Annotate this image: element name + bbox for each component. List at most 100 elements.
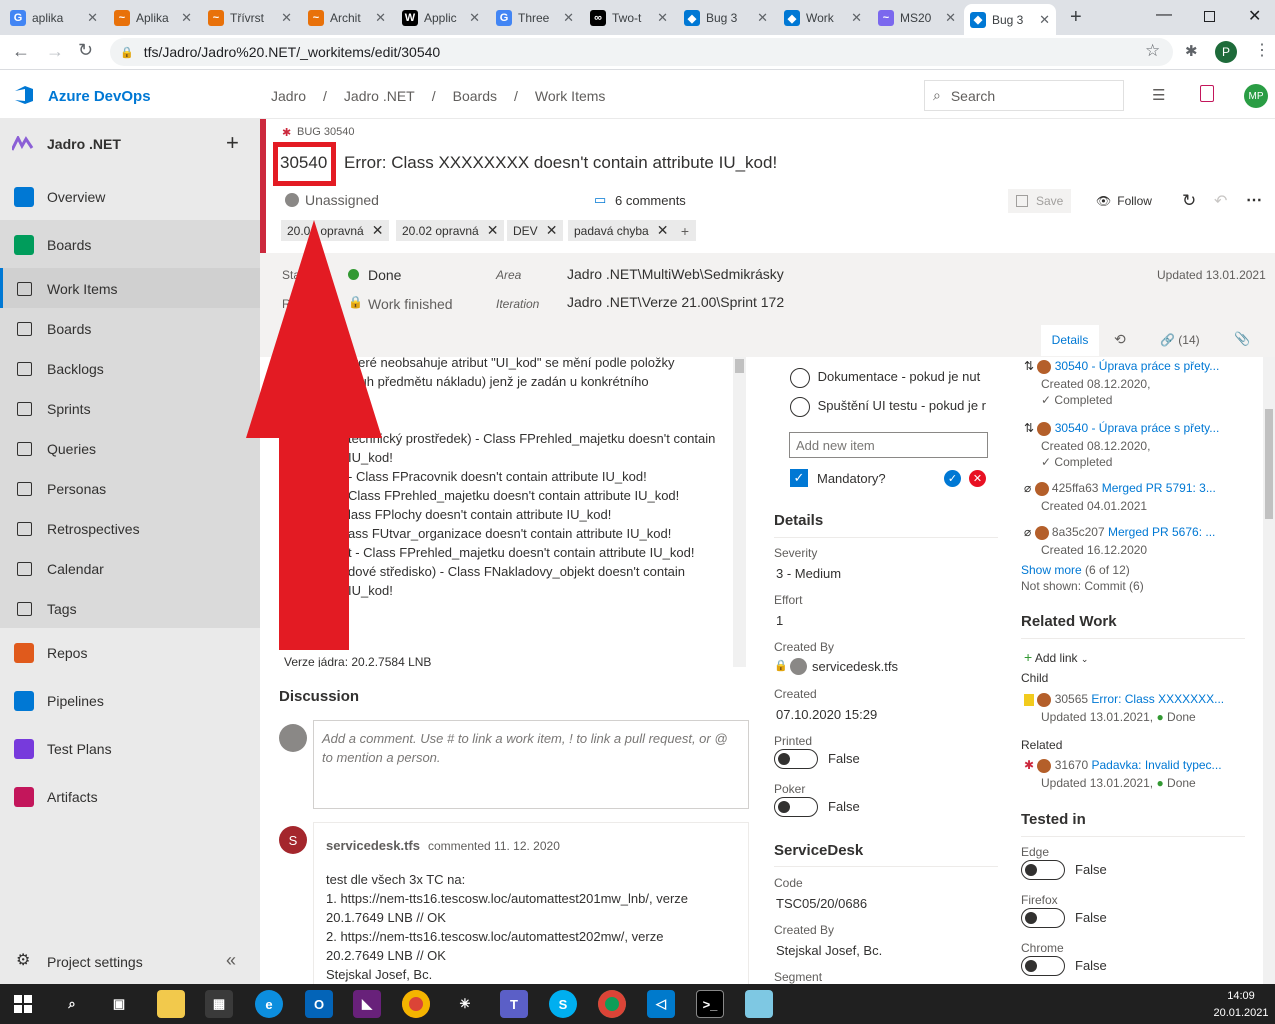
tag-pill[interactable]: 20.02 opravná ✕ [396, 220, 505, 241]
close-tab-icon[interactable]: ✕ [657, 10, 668, 26]
remove-tag-icon[interactable]: ✕ [657, 222, 669, 239]
checklist-radio-icon[interactable] [790, 397, 810, 417]
close-tab-icon[interactable]: ✕ [757, 10, 768, 26]
windows-start-icon[interactable] [14, 995, 32, 1013]
checklist-radio-icon[interactable] [790, 368, 810, 388]
store-icon[interactable]: ▦ [205, 990, 233, 1018]
back-arrow-icon[interactable]: ← [12, 41, 30, 62]
minimize-window-button[interactable]: — [1156, 6, 1172, 24]
browser-tab[interactable]: ~ MS20 ✕ [872, 4, 962, 32]
browser-tab[interactable]: Gaplika ✕ [4, 4, 104, 32]
nav-item-backlogs[interactable]: Backlogs [0, 357, 260, 381]
comments-link[interactable]: 6 comments [615, 193, 686, 208]
chrome-icon-2[interactable] [598, 990, 626, 1018]
cancel-x-icon[interactable]: ✕ [969, 470, 986, 487]
browser-tab[interactable]: G Three ✕ [490, 4, 580, 32]
user-avatar[interactable]: MP [1244, 84, 1268, 108]
nav-item-calendar[interactable]: Calendar [0, 557, 260, 581]
more-actions-icon[interactable]: ⋯ [1246, 190, 1262, 210]
tab-links[interactable]: 🔗 (14) [1160, 333, 1200, 347]
teams-icon[interactable]: T [500, 990, 528, 1018]
address-bar[interactable]: 🔒 tfs/Jadro/Jadro%20.NET/_workitems/edit… [110, 38, 1173, 66]
breadcrumb-org[interactable]: Jadro [271, 88, 306, 104]
follow-button[interactable]: 👁 Follow [1096, 194, 1152, 208]
close-tab-icon[interactable]: ✕ [181, 10, 192, 26]
taskbar-search-icon[interactable]: ⌕ [58, 990, 86, 1018]
forward-arrow-icon[interactable]: → [46, 41, 64, 62]
file-explorer-icon[interactable] [157, 990, 185, 1018]
search-box[interactable]: ⌕ Search [924, 80, 1124, 111]
reload-icon[interactable]: ↻ [78, 40, 93, 61]
task-view-icon[interactable]: ▣ [105, 990, 133, 1018]
close-tab-icon[interactable]: ✕ [281, 10, 292, 26]
project-settings-item[interactable]: ⚙ Project settings « [0, 950, 260, 974]
extensions-icon[interactable]: ✱ [1185, 42, 1198, 60]
tested-in-toggle[interactable] [1021, 956, 1065, 976]
show-more-link[interactable]: Show more (6 of 12) [1021, 563, 1130, 577]
breadcrumb-project[interactable]: Jadro .NET [344, 88, 415, 104]
development-link[interactable]: ⌀ 425ffa63 Merged PR 5791: 3... [1024, 481, 1216, 496]
nav-item-repos[interactable]: Repos [0, 641, 260, 665]
attachment-icon[interactable]: 📎 [1234, 331, 1250, 347]
browser-tab[interactable]: ~ Aplika ✕ [108, 4, 198, 32]
close-tab-icon[interactable]: ✕ [851, 10, 862, 26]
printed-toggle[interactable] [774, 749, 818, 769]
visual-studio-icon[interactable]: ◣ [353, 990, 381, 1018]
nav-item-queries[interactable]: Queries [0, 437, 260, 461]
save-button[interactable]: Save [1008, 189, 1071, 213]
nav-item-pipelines[interactable]: Pipelines [0, 689, 260, 713]
terminal-icon[interactable]: >_ [696, 990, 724, 1018]
vscode-icon[interactable]: ◁ [647, 990, 675, 1018]
nav-item-personas[interactable]: Personas [0, 477, 260, 501]
checklist-item-1[interactable]: Dokumentace - pokud je nut [790, 368, 1000, 390]
browser-tab[interactable]: ◆ Bug 3 ✕ [678, 4, 774, 32]
nav-item-test-plans[interactable]: Test Plans [0, 737, 260, 761]
confirm-check-icon[interactable]: ✓ [944, 470, 961, 487]
checklist-item-2[interactable]: Spuštění UI testu - pokud je r [790, 397, 996, 419]
close-tab-icon[interactable]: ✕ [469, 10, 480, 26]
azure-devops-logo-icon[interactable] [13, 84, 35, 106]
tag-pill[interactable]: DEV ✕ [507, 220, 564, 241]
nav-item-overview[interactable]: Overview [0, 185, 260, 209]
breadcrumb-work-items[interactable]: Work Items [535, 88, 606, 104]
close-tab-icon[interactable]: ✕ [1039, 12, 1050, 28]
breadcrumb-boards[interactable]: Boards [453, 88, 497, 104]
nav-item-tags[interactable]: Tags [0, 597, 260, 621]
code-field[interactable]: TSC05/20/0686 [776, 896, 867, 911]
page-scrollbar[interactable] [1263, 357, 1275, 984]
workitem-title[interactable]: Error: Class XXXXXXXX doesn't contain at… [344, 153, 777, 173]
tab-details[interactable]: Details [1041, 325, 1099, 356]
browser-tab[interactable]: ◆ Work ✕ [778, 4, 868, 32]
history-icon[interactable]: ⟲ [1114, 331, 1126, 348]
poker-toggle[interactable] [774, 797, 818, 817]
tested-in-toggle[interactable] [1021, 908, 1065, 928]
profile-avatar[interactable]: P [1215, 41, 1237, 63]
browser-tab[interactable]: ∞ Two-t ✕ [584, 4, 674, 32]
marketplace-bag-icon[interactable] [1200, 85, 1214, 102]
close-window-button[interactable]: ✕ [1248, 6, 1261, 26]
product-name[interactable]: Azure DevOps [48, 88, 151, 105]
edge-icon[interactable]: e [255, 990, 283, 1018]
add-link-button[interactable]: + Add link ⌄ [1024, 649, 1088, 665]
assignee-field[interactable]: Unassigned [305, 192, 379, 208]
sd-created-by-field[interactable]: Stejskal Josef, Bc. [776, 943, 882, 958]
nav-item-retrospectives[interactable]: Retrospectives [0, 517, 260, 541]
nav-item-artifacts[interactable]: Artifacts [0, 785, 260, 809]
browser-tab[interactable]: W Applic ✕ [396, 4, 486, 32]
skype-icon[interactable]: S [549, 990, 577, 1018]
browser-tab-active[interactable]: ◆ Bug 3 ✕ [964, 4, 1056, 35]
tested-in-toggle[interactable] [1021, 860, 1065, 880]
remove-tag-icon[interactable]: ✕ [487, 222, 499, 239]
bookmark-star-icon[interactable]: ☆ [1145, 41, 1160, 61]
nav-item-sprints[interactable]: Sprints [0, 397, 260, 421]
browser-menu-icon[interactable]: ⋮ [1254, 40, 1270, 60]
add-tag-button[interactable]: + [674, 220, 696, 241]
outlook-icon[interactable]: O [305, 990, 333, 1018]
browser-tab[interactable]: ~ Třívrst ✕ [202, 4, 298, 32]
effort-field[interactable]: 1 [776, 613, 783, 628]
nav-item-work-items[interactable]: Work Items [0, 277, 260, 301]
chrome-icon[interactable] [402, 990, 430, 1018]
description-scrollbar[interactable] [733, 357, 746, 667]
development-link[interactable]: ⇅ 30540 - Úprava práce s přety... [1024, 421, 1219, 436]
child-link[interactable]: 30565 Error: Class XXXXXXX... [1024, 692, 1224, 707]
